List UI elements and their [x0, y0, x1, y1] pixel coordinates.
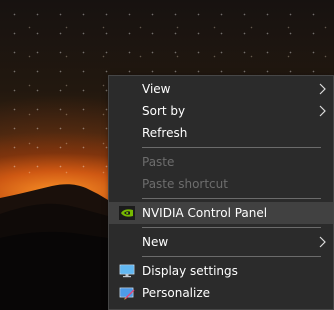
menu-item-label: Personalize [142, 286, 211, 300]
nvidia-icon [119, 206, 135, 220]
menu-item-label: Paste [142, 155, 175, 169]
chevron-right-icon [319, 83, 326, 95]
display-settings-icon [119, 264, 135, 278]
menu-item-sort-by[interactable]: Sort by [109, 100, 333, 122]
menu-item-personalize[interactable]: Personalize [109, 282, 333, 304]
menu-item-label: Paste shortcut [142, 177, 228, 191]
menu-item-new[interactable]: New [109, 231, 333, 253]
menu-item-paste-shortcut: Paste shortcut [109, 173, 333, 195]
personalize-icon [119, 287, 135, 300]
menu-separator [142, 147, 321, 148]
chevron-right-icon [319, 236, 326, 248]
menu-item-label: Display settings [142, 264, 238, 278]
menu-item-view[interactable]: View [109, 78, 333, 100]
menu-separator [142, 256, 321, 257]
menu-item-label: View [142, 82, 171, 96]
menu-item-nvidia-control-panel[interactable]: NVIDIA Control Panel [109, 202, 333, 224]
menu-item-paste: Paste [109, 151, 333, 173]
menu-item-display-settings[interactable]: Display settings [109, 260, 333, 282]
menu-separator [142, 227, 321, 228]
menu-item-label: Refresh [142, 126, 188, 140]
menu-item-label: New [142, 235, 169, 249]
menu-separator [142, 198, 321, 199]
menu-item-label: NVIDIA Control Panel [142, 206, 268, 220]
chevron-right-icon [319, 105, 326, 117]
menu-item-refresh[interactable]: Refresh [109, 122, 333, 144]
menu-item-label: Sort by [142, 104, 186, 118]
desktop-context-menu: View Sort by Refresh Paste Paste shortcu… [108, 75, 334, 310]
